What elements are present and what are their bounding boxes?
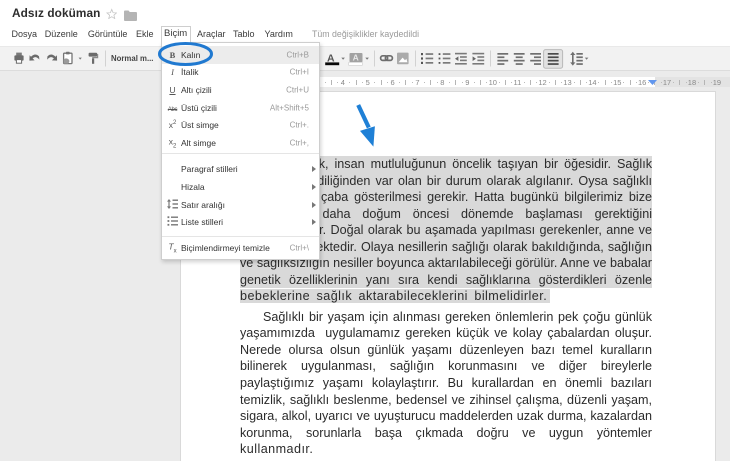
svg-text:A: A (353, 53, 359, 63)
